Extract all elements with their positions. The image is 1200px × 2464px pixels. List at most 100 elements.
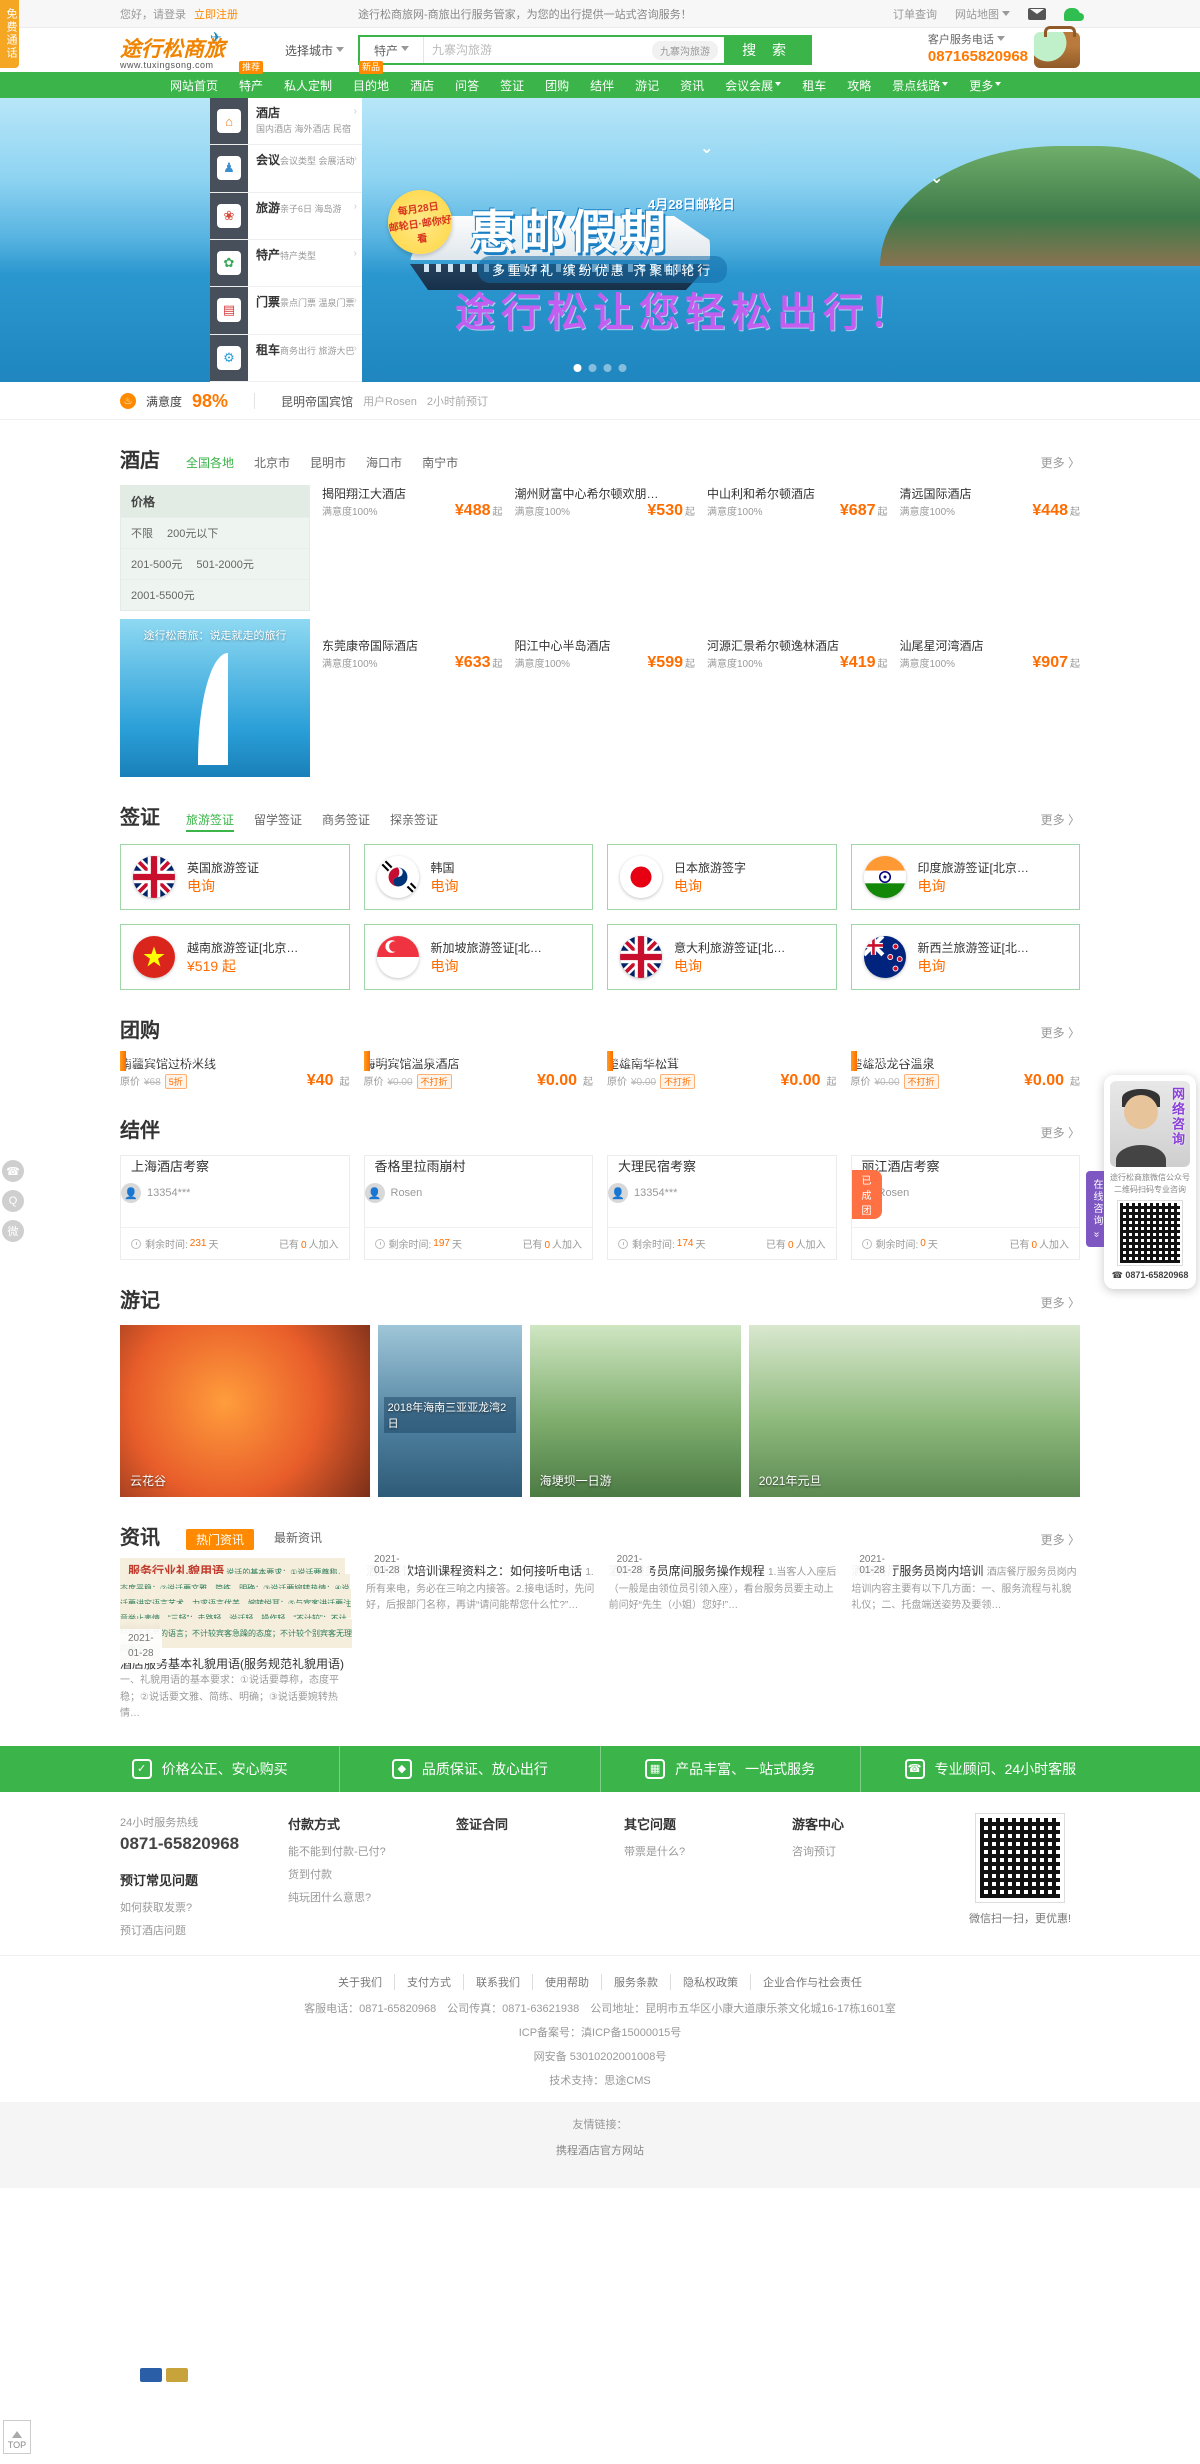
nav-item-visa[interactable]: 签证 — [500, 77, 524, 94]
travelogue-more-link[interactable]: 更多 〉 — [1041, 1294, 1080, 1311]
visa-card[interactable]: 韩国电询 — [364, 844, 594, 910]
site-logo[interactable]: ✈ 途行松商旅 www.tuxingsong.com — [120, 30, 225, 70]
nav-item-mice[interactable]: 会议会展 — [725, 77, 781, 94]
hotel-promo-image[interactable]: 途行松商旅：说走就走的旅行 — [120, 619, 310, 777]
menu-item-meeting[interactable]: ♟ 会议会议类型 会展活动› — [210, 145, 362, 192]
hotel-card[interactable]: 东莞康帝国际酒店 满意度100%¥633起 — [322, 637, 503, 777]
visa-tab-study[interactable]: 留学签证 — [254, 811, 302, 832]
hotel-tab-haikou[interactable]: 海口市 — [366, 454, 402, 471]
sitemap-link[interactable]: 网站地图 — [955, 6, 1010, 22]
footer-bottom-link[interactable]: 使用帮助 — [533, 1974, 602, 1990]
footer-bottom-link[interactable]: 企业合作与社会责任 — [751, 1974, 874, 1990]
hotel-tab-kunming[interactable]: 昆明市 — [310, 454, 346, 471]
news-card[interactable]: 2021-01-28 酒店餐厅服务员岗内培训 酒店餐厅服务员岗内培训内容主要有以… — [851, 1562, 1080, 1722]
city-selector[interactable]: 选择城市 — [285, 42, 344, 59]
hotel-tab-nanning[interactable]: 南宁市 — [422, 454, 458, 471]
nav-item-routes[interactable]: 景点线路 — [892, 77, 948, 94]
news-tab-hot[interactable]: 热门资讯 — [186, 1529, 254, 1550]
visa-card[interactable]: 日本旅游签字电询 — [607, 844, 837, 910]
nav-item-groupbuy[interactable]: 团购 — [545, 77, 569, 94]
search-hot-tag[interactable]: 九寨沟旅游 — [652, 41, 718, 60]
friend-link[interactable]: 携程酒店官方网站 — [0, 2142, 1200, 2158]
groupbuy-more-link[interactable]: 更多 〉 — [1041, 1024, 1080, 1041]
search-category-select[interactable]: 特产 — [360, 37, 424, 63]
login-greeting[interactable]: 您好，请登录 — [120, 6, 186, 22]
menu-item-specialty[interactable]: ✿ 特产特产类型› — [210, 240, 362, 287]
groupbuy-card[interactable]: 距结束 95天 4时 22分 55秒 楚雄南华松茸 原价¥0.00不打折¥0.0… — [607, 1055, 837, 1090]
price-option[interactable]: 200元以下 — [167, 525, 218, 541]
nav-item-carrental[interactable]: 租车 — [802, 77, 826, 94]
groupbuy-card[interactable]: 距结束 95天 4时 22分 55秒 楚雄恐龙谷温泉 原价¥0.00不打折¥0.… — [851, 1055, 1081, 1090]
banner-dot[interactable] — [604, 364, 612, 372]
companion-more-link[interactable]: 更多 〉 — [1041, 1124, 1080, 1141]
price-option[interactable]: 201-500元 — [131, 556, 182, 572]
footer-link[interactable]: 如何获取发票? — [120, 1899, 258, 1915]
hotel-card[interactable]: 河源汇景希尔顿逸林酒店 满意度100%¥419起 — [707, 637, 888, 777]
hotel-tab-beijing[interactable]: 北京市 — [254, 454, 290, 471]
price-option[interactable]: 2001-5500元 — [131, 587, 195, 603]
groupbuy-card[interactable]: 距结束 95天 4时 22分 55秒 南疆宾馆过桥米线 原价¥685折¥40起 — [120, 1055, 350, 1090]
footer-bottom-link[interactable]: 联系我们 — [464, 1974, 533, 1990]
qq-icon[interactable]: Q — [2, 1190, 24, 1212]
news-card-featured[interactable]: 服务行业礼貌用语 说话的基本要求：①说话要尊称，态度平稳；②说话要文雅，简练，明… — [120, 1562, 352, 1722]
nav-item-guide[interactable]: 攻略 — [847, 77, 871, 94]
free-call-tab[interactable]: 免费通话 — [0, 0, 19, 68]
menu-item-carrental[interactable]: ⚙ 租车商务出行 旅游大巴› — [210, 335, 362, 382]
back-to-top-button[interactable]: TOP — [3, 2420, 31, 2454]
footer-bottom-link[interactable]: 关于我们 — [326, 1974, 395, 1990]
hotel-card[interactable]: 中山利和希尔顿酒店 满意度100%¥687起 — [707, 485, 888, 625]
banner-dot[interactable] — [619, 364, 627, 372]
nav-item-travelogue[interactable]: 游记 — [635, 77, 659, 94]
travelogue-item[interactable]: 2018年海南三亚亚龙湾2日 — [378, 1325, 522, 1497]
hotel-card[interactable]: 阳江中心半岛酒店 满意度100%¥599起 — [515, 637, 696, 777]
order-query-link[interactable]: 订单查询 — [893, 6, 937, 22]
footer-link[interactable]: 预订酒店问题 — [120, 1922, 258, 1938]
visa-card[interactable]: 英国旅游签证电询 — [120, 844, 350, 910]
wechat-icon[interactable] — [1064, 8, 1080, 21]
companion-card[interactable]: 大理民宿考察 👤13354*** 剩余时间:174天 已有0人加入 — [607, 1155, 837, 1260]
footer-link[interactable]: 带票是什么? — [624, 1843, 762, 1859]
nav-item-qa[interactable]: 问答 — [455, 77, 479, 94]
service-phone-label[interactable]: 客户服务电话 — [928, 34, 994, 46]
visa-card[interactable]: 新西兰旅游签证[北…电询 — [851, 924, 1081, 990]
companion-card[interactable]: 已成团 丽江酒店考察 👤Rosen 剩余时间:0天 已有0人加入 — [851, 1155, 1081, 1260]
news-tab-latest[interactable]: 最新资讯 — [274, 1529, 322, 1550]
footer-link[interactable]: 货到付款 — [288, 1866, 426, 1882]
menu-item-travel[interactable]: ❀ 旅游亲子6日 海岛游› — [210, 193, 362, 240]
nav-item-news[interactable]: 资讯 — [680, 77, 704, 94]
wechat-icon[interactable]: 微 — [2, 1220, 24, 1242]
footer-link[interactable]: 纯玩团什么意思? — [288, 1889, 426, 1905]
search-button[interactable]: 搜 索 — [724, 37, 810, 63]
visa-tab-tourist[interactable]: 旅游签证 — [186, 811, 234, 832]
price-option[interactable]: 501-2000元 — [196, 556, 254, 572]
visa-tab-family[interactable]: 探亲签证 — [390, 811, 438, 832]
footer-bottom-link[interactable]: 隐私权政策 — [671, 1974, 751, 1990]
hotel-card[interactable]: 揭阳翔江大酒店 满意度100%¥488起 — [322, 485, 503, 625]
menu-item-ticket[interactable]: ▤ 门票景点门票 温泉门票› — [210, 287, 362, 334]
register-link[interactable]: 立即注册 — [194, 6, 238, 22]
travelogue-item[interactable]: 2021年元旦 — [749, 1325, 1080, 1497]
visa-card[interactable]: 印度旅游签证[北京…电询 — [851, 844, 1081, 910]
nav-item-custom[interactable]: 私人定制 — [284, 77, 332, 94]
price-option[interactable]: 不限 — [131, 525, 153, 541]
online-consult-tab[interactable]: 在线咨询 » — [1086, 1171, 1104, 1247]
companion-card[interactable]: 上海酒店考察 👤13354*** 剩余时间:231天 已有0人加入 — [120, 1155, 350, 1260]
footer-link[interactable]: 咨询预订 — [792, 1843, 930, 1859]
hotel-card[interactable]: 汕尾星河湾酒店 满意度100%¥907起 — [900, 637, 1081, 777]
nav-item-destination[interactable]: 新品目的地 — [353, 77, 389, 94]
banner-dot[interactable] — [574, 364, 582, 372]
banner-dot[interactable] — [589, 364, 597, 372]
travelogue-item[interactable]: 海埂坝一日游 — [530, 1325, 741, 1497]
visa-card[interactable]: 意大利旅游签证[北…电询 — [607, 924, 837, 990]
hotel-tab-national[interactable]: 全国各地 — [186, 454, 234, 471]
nav-item-more[interactable]: 更多 — [969, 77, 1001, 94]
news-card[interactable]: 2021-01-28 酒店餐饮培训课程资料之：如何接听电话 1.所有来电，务必在… — [366, 1562, 595, 1722]
footer-bottom-link[interactable]: 服务条款 — [602, 1974, 671, 1990]
travelogue-item[interactable]: 云花谷 — [120, 1325, 370, 1497]
hotel-more-link[interactable]: 更多 〉 — [1041, 454, 1080, 471]
footer-link[interactable]: 能不能到付款-已付? — [288, 1843, 426, 1859]
news-more-link[interactable]: 更多 〉 — [1041, 1531, 1080, 1548]
nav-item-hotel[interactable]: 酒店 — [410, 77, 434, 94]
nav-item-companion[interactable]: 结伴 — [590, 77, 614, 94]
visa-more-link[interactable]: 更多 〉 — [1041, 811, 1080, 828]
